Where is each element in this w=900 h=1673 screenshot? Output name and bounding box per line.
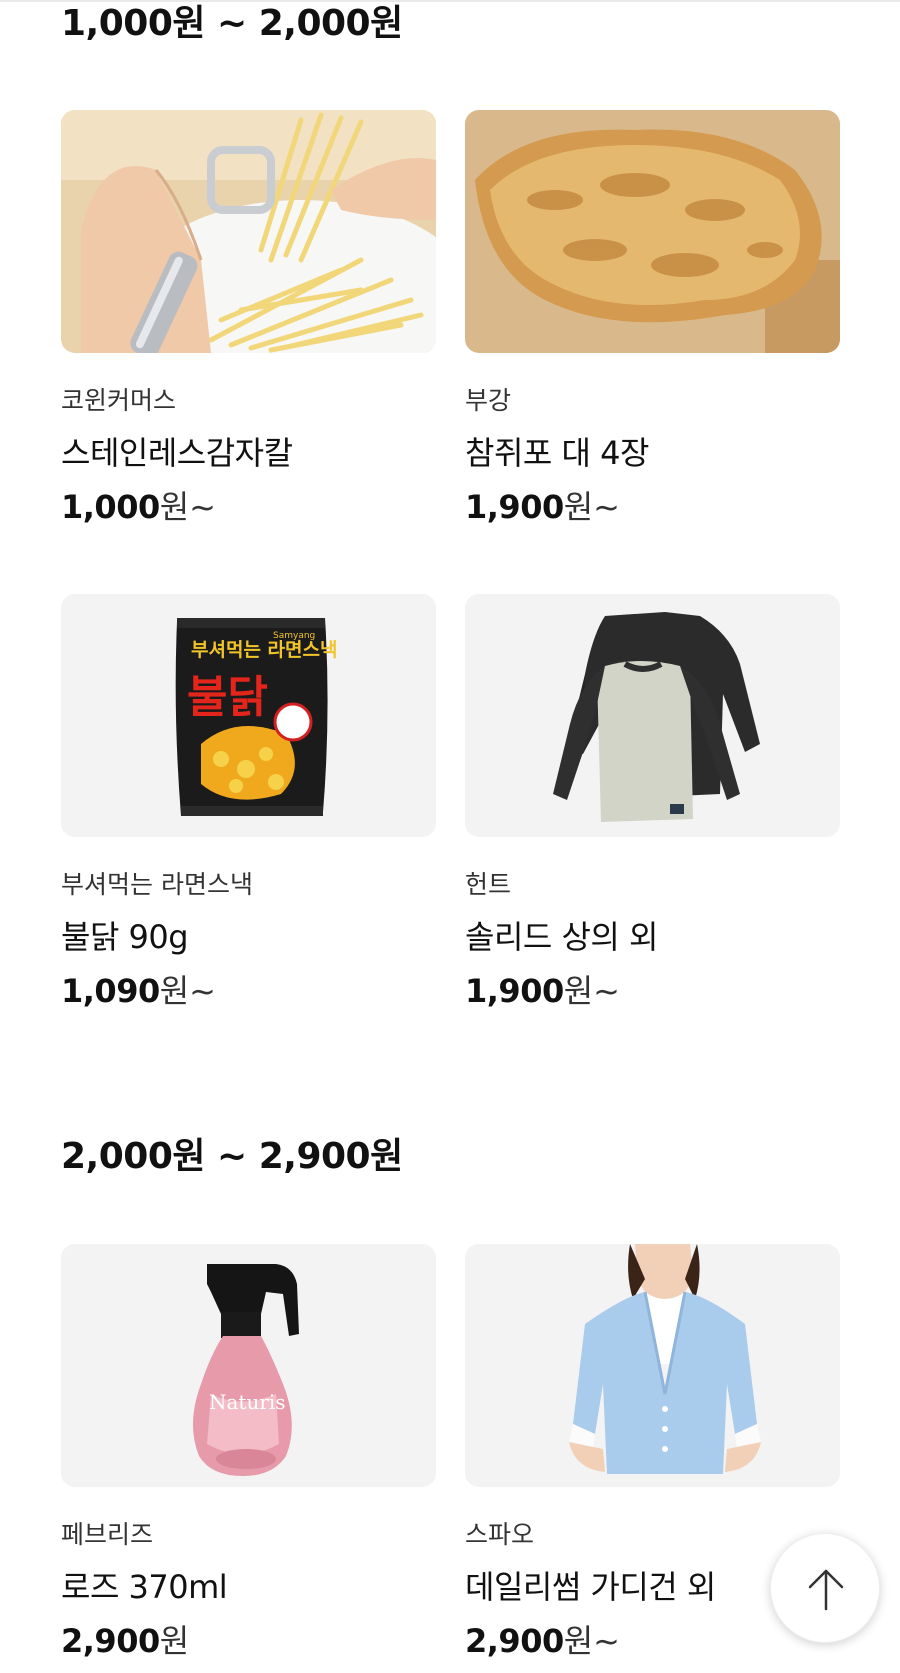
- product-name[interactable]: 스테인레스감자칼: [61, 433, 436, 473]
- product-brand: 부셔먹는 라면스낵: [61, 870, 253, 899]
- price-amount: 2,900: [61, 1622, 160, 1660]
- product-brand: 페브리즈: [61, 1520, 154, 1549]
- price-unit: 원~: [159, 972, 216, 1010]
- price-amount: 1,000: [61, 488, 160, 526]
- product-brand: 헌트: [465, 870, 512, 899]
- jwipo-photo: [465, 110, 840, 353]
- product-price: 2,900원~: [465, 1621, 840, 1661]
- product-brand: 스파오: [465, 1520, 535, 1549]
- peeler-photo: [61, 110, 436, 353]
- price-unit: 원~: [563, 972, 620, 1010]
- product-image-peeler[interactable]: [61, 110, 436, 353]
- product-image-spray[interactable]: Naturis: [61, 1244, 436, 1487]
- product-price: 1,900원~: [465, 487, 840, 527]
- product-price: 1,090원~: [61, 971, 436, 1011]
- price-range-heading: 2,000원 ~ 2,900원: [61, 1136, 403, 1177]
- price-unit: 원~: [159, 488, 216, 526]
- arrow-up-icon: [808, 1569, 844, 1611]
- snack-package-photo: 부셔먹는 라면스낵 불닭 Samyang: [61, 594, 436, 837]
- product-price: 2,900원: [61, 1621, 436, 1661]
- snack-headline: 부셔먹는 라면스낵: [191, 639, 337, 661]
- price-unit: 원~: [563, 488, 620, 526]
- price-amount: 1,900: [465, 972, 564, 1010]
- price-range-heading: 1,000원 ~ 2,000원: [61, 3, 403, 44]
- shirts-photo: [465, 594, 840, 837]
- product-image-snack[interactable]: 부셔먹는 라면스낵 불닭 Samyang: [61, 594, 436, 837]
- price-amount: 1,900: [465, 488, 564, 526]
- price-unit: 원: [159, 1622, 190, 1660]
- scroll-to-top-button[interactable]: [770, 1533, 880, 1643]
- product-brand: 부강: [465, 386, 512, 415]
- price-amount: 2,900: [465, 1622, 564, 1660]
- product-image-cardigan[interactable]: [465, 1244, 840, 1487]
- product-card[interactable]: 부셔먹는 라면스낵 불닭 Samyang 부셔먹는 라면스낵 불닭 90g 1,…: [61, 594, 436, 1011]
- product-card[interactable]: 코윈커머스 스테인레스감자칼 1,000원~: [61, 110, 436, 527]
- price-amount: 1,090: [61, 972, 160, 1010]
- product-image-shirts[interactable]: [465, 594, 840, 837]
- product-price: 1,900원~: [465, 971, 840, 1011]
- product-price: 1,000원~: [61, 487, 436, 527]
- cardigan-model-photo: [465, 1244, 840, 1487]
- snack-big-text: 불닭: [187, 672, 268, 723]
- spray-bottle-photo: Naturis: [61, 1244, 436, 1487]
- spray-label: Naturis: [209, 1390, 286, 1414]
- product-name[interactable]: 불닭 90g: [61, 917, 436, 957]
- product-brand: 코윈커머스: [61, 386, 177, 415]
- product-name[interactable]: 참쥐포 대 4장: [465, 433, 840, 473]
- product-card[interactable]: 헌트 솔리드 상의 외 1,900원~: [465, 594, 840, 1011]
- price-unit: 원~: [563, 1622, 620, 1660]
- product-name[interactable]: 솔리드 상의 외: [465, 917, 840, 957]
- product-card[interactable]: Naturis 페브리즈 로즈 370ml 2,900원: [61, 1244, 436, 1661]
- snack-maker: Samyang: [273, 631, 315, 641]
- product-card[interactable]: 부강 참쥐포 대 4장 1,900원~: [465, 110, 840, 527]
- product-name[interactable]: 로즈 370ml: [61, 1567, 436, 1607]
- product-image-jwipo[interactable]: [465, 110, 840, 353]
